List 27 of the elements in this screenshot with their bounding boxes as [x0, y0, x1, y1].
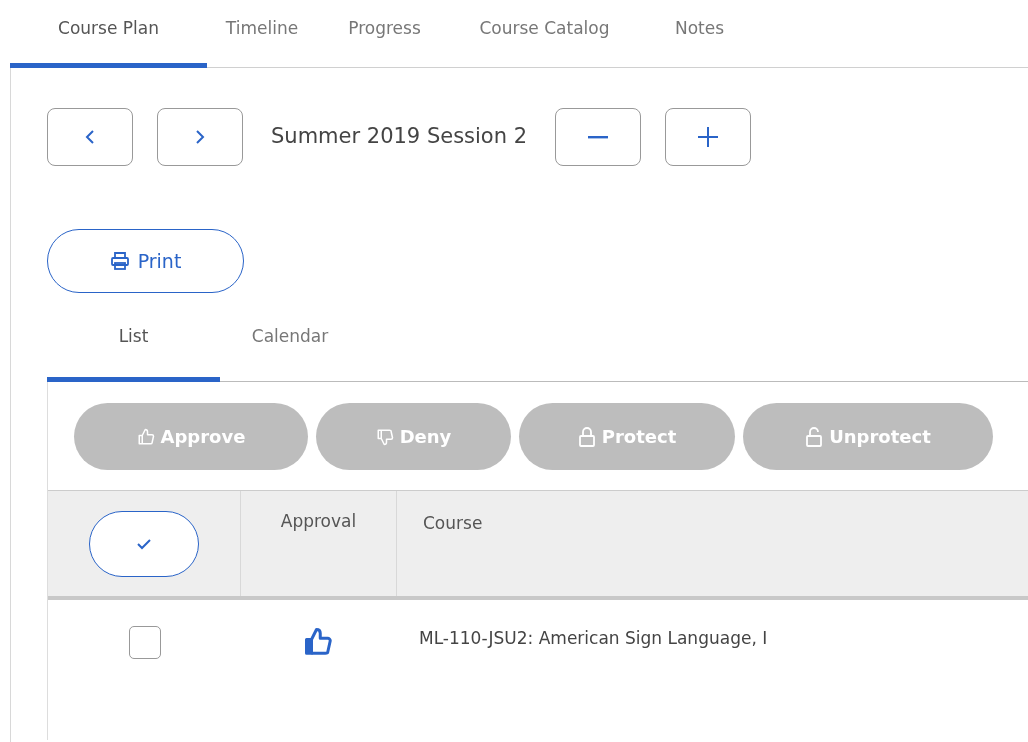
thumbs-down-icon — [375, 427, 394, 446]
chevron-right-icon — [195, 129, 205, 145]
view-tab[interactable]: Calendar — [220, 313, 360, 382]
next-button[interactable] — [157, 108, 243, 166]
column-header: Course — [423, 513, 483, 533]
expand-button[interactable] — [665, 108, 752, 166]
column-header: Approval — [280, 511, 357, 531]
tab[interactable]: Notes — [637, 0, 762, 68]
unlock-icon — [805, 426, 824, 447]
view-tab[interactable]: List — [47, 313, 220, 382]
tab[interactable]: Course Catalog — [452, 0, 637, 68]
plus-icon — [698, 127, 719, 147]
tab[interactable]: Progress — [317, 0, 452, 68]
tab[interactable]: Timeline — [207, 0, 317, 68]
tab[interactable]: Course Plan — [10, 0, 207, 68]
print-button[interactable]: Print — [47, 229, 244, 293]
lock-icon — [577, 426, 596, 447]
thumbs-up-icon — [136, 427, 155, 446]
collapse-button[interactable] — [555, 108, 642, 166]
minus-icon — [588, 135, 609, 139]
chevron-left-icon — [85, 129, 95, 145]
previous-button[interactable] — [47, 108, 133, 166]
printer-icon — [109, 251, 130, 271]
term-title: Summer 2019 Session 2 — [271, 123, 528, 148]
course-name: ML-110-JSU2: American Sign Language, I — [419, 628, 768, 648]
row-checkbox[interactable] — [128, 626, 161, 659]
check-icon — [136, 538, 152, 550]
